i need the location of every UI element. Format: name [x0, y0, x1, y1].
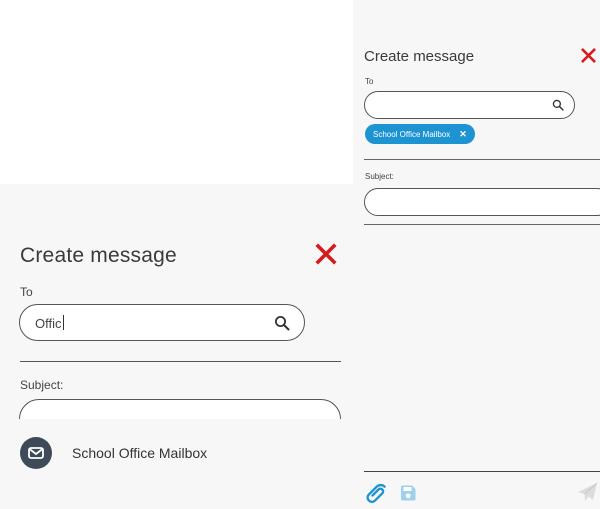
- subject-input[interactable]: [364, 188, 600, 216]
- to-label: To: [365, 77, 374, 86]
- subject-label: Subject:: [20, 378, 64, 392]
- page-title: Create message: [364, 48, 475, 65]
- close-icon[interactable]: [580, 47, 597, 64]
- page-title: Create message: [20, 244, 177, 267]
- text-caret: [62, 315, 64, 330]
- to-label: To: [20, 285, 33, 299]
- envelope-icon: [28, 447, 44, 459]
- search-icon[interactable]: [552, 99, 564, 111]
- compose-panel-selected: Create message To School Office Mailbox …: [353, 0, 600, 509]
- close-icon[interactable]: [314, 242, 338, 266]
- screen: Create message To Offic Subject: School …: [0, 0, 600, 509]
- remove-recipient-icon[interactable]: ✕: [459, 129, 467, 140]
- avatar: [20, 437, 52, 469]
- search-icon[interactable]: [274, 315, 290, 331]
- suggestion-label: School Office Mailbox: [72, 445, 208, 461]
- paper-plane-icon[interactable]: [577, 482, 598, 503]
- recipient-chip: School Office Mailbox ✕: [365, 124, 475, 144]
- divider: [364, 224, 600, 225]
- recipient-search-input[interactable]: Offic: [19, 304, 305, 341]
- recipient-chip-label: School Office Mailbox: [373, 129, 451, 139]
- paperclip-icon[interactable]: [366, 483, 386, 503]
- save-disk-icon[interactable]: [399, 484, 417, 502]
- suggestion-item-school-office-mailbox[interactable]: School Office Mailbox: [20, 436, 207, 470]
- recipient-search-input[interactable]: [364, 91, 575, 119]
- recipient-search-value: Offic: [35, 316, 62, 331]
- divider: [20, 361, 341, 362]
- divider: [364, 159, 600, 160]
- compose-panel-searching: Create message To Offic Subject: School …: [0, 184, 354, 509]
- toolbar-divider: [364, 471, 600, 472]
- subject-label: Subject:: [365, 172, 394, 181]
